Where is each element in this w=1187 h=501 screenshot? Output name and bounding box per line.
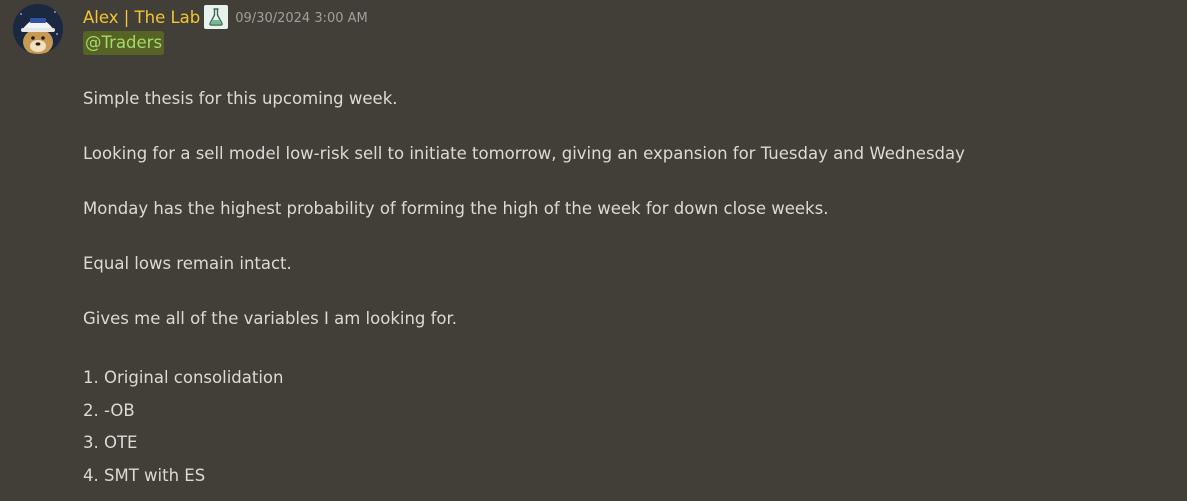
- message-paragraph: Simple thesis for this upcoming week.: [83, 89, 398, 108]
- message-header: Alex | The Lab 09/30/2024 3:00 AM: [83, 5, 368, 29]
- timestamp: 09/30/2024 3:00 AM: [235, 10, 368, 26]
- username[interactable]: Alex | The Lab: [83, 8, 200, 27]
- role-mention[interactable]: @Traders: [83, 31, 165, 55]
- chat-message: Alex | The Lab 09/30/2024 3:00 AM @Trade…: [0, 0, 1187, 501]
- numbered-list: 1. Original consolidation 2. -OB 3. OTE …: [83, 366, 283, 496]
- list-item: 1. Original consolidation: [83, 368, 284, 387]
- list-item: 2. -OB: [83, 400, 135, 420]
- list-item: 3. OTE: [83, 433, 138, 453]
- list-item: 4. SMT with ES: [83, 465, 206, 485]
- message-paragraph: Looking for a sell model low-risk sell t…: [83, 144, 965, 163]
- message-paragraph: Monday has the highest probability of fo…: [83, 199, 829, 218]
- message-paragraph: Equal lows remain intact.: [83, 254, 292, 273]
- message-paragraph: Gives me all of the variables I am looki…: [83, 309, 458, 328]
- avatar-image: [13, 4, 63, 54]
- mention-row: @Traders: [83, 31, 165, 55]
- flask-icon[interactable]: [204, 5, 229, 29]
- avatar[interactable]: [13, 4, 63, 54]
